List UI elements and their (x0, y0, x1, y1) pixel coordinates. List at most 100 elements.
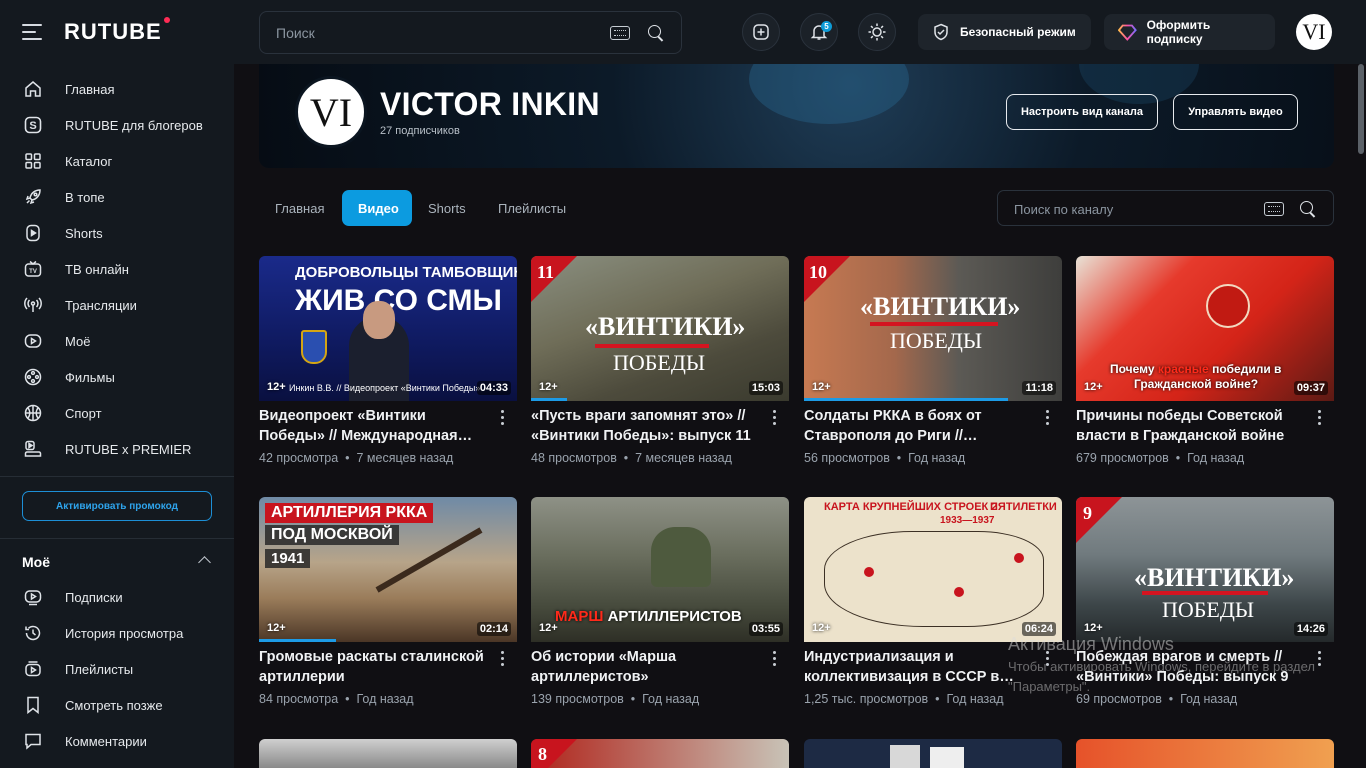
video-title[interactable]: Видеопроект «Винтики Победы» // Междунар… (259, 406, 487, 446)
windows-activation-title: Активация Windows (1008, 634, 1174, 654)
video-title[interactable]: Солдаты РККА в боях от Ставрополя до Риг… (804, 406, 1032, 446)
sidebar-item-watch-later[interactable]: Смотреть позже (0, 687, 234, 723)
tab-shorts[interactable]: Shorts (412, 190, 482, 226)
tab-playlists[interactable]: Плейлисты (482, 190, 582, 226)
keyboard-icon[interactable] (610, 26, 630, 40)
thumbnail-caption: МАРШ АРТИЛЛЕРИСТОВ (555, 608, 742, 625)
video-thumbnail[interactable] (259, 739, 517, 768)
customize-channel-button[interactable]: Настроить вид канала (1006, 94, 1158, 130)
video-meta: 139 просмотров • Год назад (531, 692, 700, 706)
sidebar-item-films[interactable]: Фильмы (0, 359, 234, 395)
video-card[interactable]: 11 «ВИНТИКИ» ПОБЕДЫ 12+ 15:03 «Пусть вра… (531, 256, 789, 465)
video-thumbnail[interactable] (804, 739, 1062, 768)
activate-promo-button[interactable]: Активировать промокод (22, 491, 212, 521)
video-card[interactable]: МАРШ АРТИЛЛЕРИСТОВ 12+ 03:55 Об истории … (531, 497, 789, 706)
channel-avatar[interactable]: VI (295, 76, 367, 148)
sidebar-item-shorts[interactable]: Shorts (0, 215, 234, 251)
rocket-icon (23, 187, 43, 207)
keyboard-icon[interactable] (1264, 202, 1284, 216)
video-thumbnail[interactable]: 10 «ВИНТИКИ» ПОБЕДЫ 12+ 11:18 (804, 256, 1062, 401)
sidebar-item-label: История просмотра (65, 625, 184, 641)
manage-videos-button[interactable]: Управлять видео (1173, 94, 1298, 130)
broadcast-icon (23, 295, 43, 315)
video-thumbnail[interactable] (1076, 739, 1334, 768)
video-card[interactable]: 10 «ВИНТИКИ» ПОБЕДЫ 12+ 11:18 Солдаты РК… (804, 256, 1062, 465)
sidebar-item-subscriptions[interactable]: Подписки (0, 579, 234, 615)
video-title[interactable]: Индустриализация и коллективизация в ССС… (804, 647, 1032, 687)
thumbnail-text: «ВИНТИКИ» (860, 292, 1021, 321)
tab-videos[interactable]: Видео (342, 190, 412, 226)
video-thumbnail[interactable]: КАРТА КРУПНЕЙШИХ СТРОЕК 2 ПЯТИЛЕТКИ 1933… (804, 497, 1062, 642)
sidebar-item-broadcasts[interactable]: Трансляции (0, 287, 234, 323)
sidebar-item-home[interactable]: Главная (0, 71, 234, 107)
video-thumbnail[interactable]: ДОБРОВОЛЬЦЫ ТАМБОВЩИНЫ ЖИВ СО СМЫ Инкин … (259, 256, 517, 401)
video-title[interactable]: «Пусть враги запомнят это» // «Винтики П… (531, 406, 759, 446)
rutube-logo[interactable]: RUTUBE (64, 17, 170, 45)
bookmark-icon (23, 695, 43, 715)
more-options-icon[interactable] (771, 410, 777, 426)
thumbnail-text: ПОД МОСКВОЙ (265, 525, 399, 545)
notifications-button[interactable]: 5 (800, 13, 838, 51)
sidebar-item-label: Плейлисты (65, 661, 134, 677)
sidebar-item-playlists[interactable]: Плейлисты (0, 651, 234, 687)
video-thumbnail[interactable]: АРТИЛЛЕРИЯ РККА ПОД МОСКВОЙ 1941 12+ 02:… (259, 497, 517, 642)
top-bar: RUTUBE 5 Безопасный режим Оформить подпи… (0, 0, 1366, 64)
my-section-title: Моё (22, 554, 50, 570)
episode-number: 11 (537, 262, 555, 282)
sidebar-divider (0, 476, 234, 477)
video-title[interactable]: Причины победы Советской власти в Гражда… (1076, 406, 1304, 446)
menu-icon[interactable] (22, 24, 42, 40)
my-icon (23, 331, 43, 351)
sidebar-item-history[interactable]: История просмотра (0, 615, 234, 651)
windows-activation-text: Чтобы активировать Windows, перейдите в … (1008, 659, 1315, 694)
scrollbar[interactable] (1358, 64, 1364, 154)
more-options-icon[interactable] (771, 651, 777, 667)
video-thumbnail[interactable]: 8 (531, 739, 789, 768)
theme-toggle-button[interactable] (858, 13, 896, 51)
studio-icon: S (23, 115, 43, 135)
sidebar-item-label: Смотреть позже (65, 697, 163, 713)
upload-button[interactable] (742, 13, 780, 51)
video-thumbnail[interactable]: МАРШ АРТИЛЛЕРИСТОВ 12+ 03:55 (531, 497, 789, 642)
sidebar-item-catalog[interactable]: Каталог (0, 143, 234, 179)
user-avatar[interactable]: VI (1296, 14, 1332, 50)
sidebar-item-my[interactable]: Моё (0, 323, 234, 359)
chevron-up-icon[interactable] (198, 556, 211, 569)
sidebar-item-label: Подписки (65, 589, 123, 605)
more-options-icon[interactable] (1316, 410, 1322, 426)
video-card[interactable]: Почему красные победили в Гражданской во… (1076, 256, 1334, 465)
playlist-icon (23, 659, 43, 679)
sidebar-item-label: Трансляции (65, 297, 137, 313)
sidebar-item-top[interactable]: В топе (0, 179, 234, 215)
more-options-icon[interactable] (1044, 410, 1050, 426)
more-options-icon[interactable] (499, 651, 505, 667)
safe-mode-label: Безопасный режим (960, 25, 1076, 39)
subscribe-button[interactable]: Оформить подписку (1104, 14, 1275, 50)
video-thumbnail[interactable]: 11 «ВИНТИКИ» ПОБЕДЫ 12+ 15:03 (531, 256, 789, 401)
video-thumbnail[interactable]: Почему красные победили в Гражданской во… (1076, 256, 1334, 401)
sidebar-item-bloggers[interactable]: S RUTUBE для блогеров (0, 107, 234, 143)
video-card[interactable]: КАРТА КРУПНЕЙШИХ СТРОЕК 2 ПЯТИЛЕТКИ 1933… (804, 497, 1062, 706)
sidebar-item-comments[interactable]: Комментарии (0, 723, 234, 759)
video-title[interactable]: Громовые раскаты сталинской артиллерии (259, 647, 487, 687)
channel-search-input[interactable] (1014, 199, 1244, 219)
sidebar-item-sport[interactable]: Спорт (0, 395, 234, 431)
tab-main[interactable]: Главная (259, 190, 340, 226)
video-thumbnail[interactable]: 9 «ВИНТИКИ» ПОБЕДЫ 12+ 14:26 (1076, 497, 1334, 642)
video-card[interactable]: 9 «ВИНТИКИ» ПОБЕДЫ 12+ 14:26 Побеждая вр… (1076, 497, 1334, 706)
sidebar-item-label: ТВ онлайн (65, 261, 129, 277)
sidebar-item-tv[interactable]: TV ТВ онлайн (0, 251, 234, 287)
search-icon[interactable] (648, 25, 664, 41)
upload-date: Год назад (356, 692, 414, 706)
video-card[interactable]: ДОБРОВОЛЬЦЫ ТАМБОВЩИНЫ ЖИВ СО СМЫ Инкин … (259, 256, 517, 465)
search-input[interactable] (276, 22, 596, 44)
video-title[interactable]: Об истории «Марша артиллеристов» (531, 647, 759, 687)
safe-mode-button[interactable]: Безопасный режим (918, 14, 1091, 50)
sun-icon (868, 23, 886, 41)
more-options-icon[interactable] (499, 410, 505, 426)
video-card[interactable]: АРТИЛЛЕРИЯ РККА ПОД МОСКВОЙ 1941 12+ 02:… (259, 497, 517, 706)
subscriber-count: 27 подписчиков (380, 125, 460, 137)
sidebar-item-premier[interactable]: RUTUBE x PREMIER (0, 431, 234, 467)
video-meta: 1,25 тыс. просмотров • Год назад (804, 692, 1004, 706)
search-icon[interactable] (1300, 201, 1316, 217)
